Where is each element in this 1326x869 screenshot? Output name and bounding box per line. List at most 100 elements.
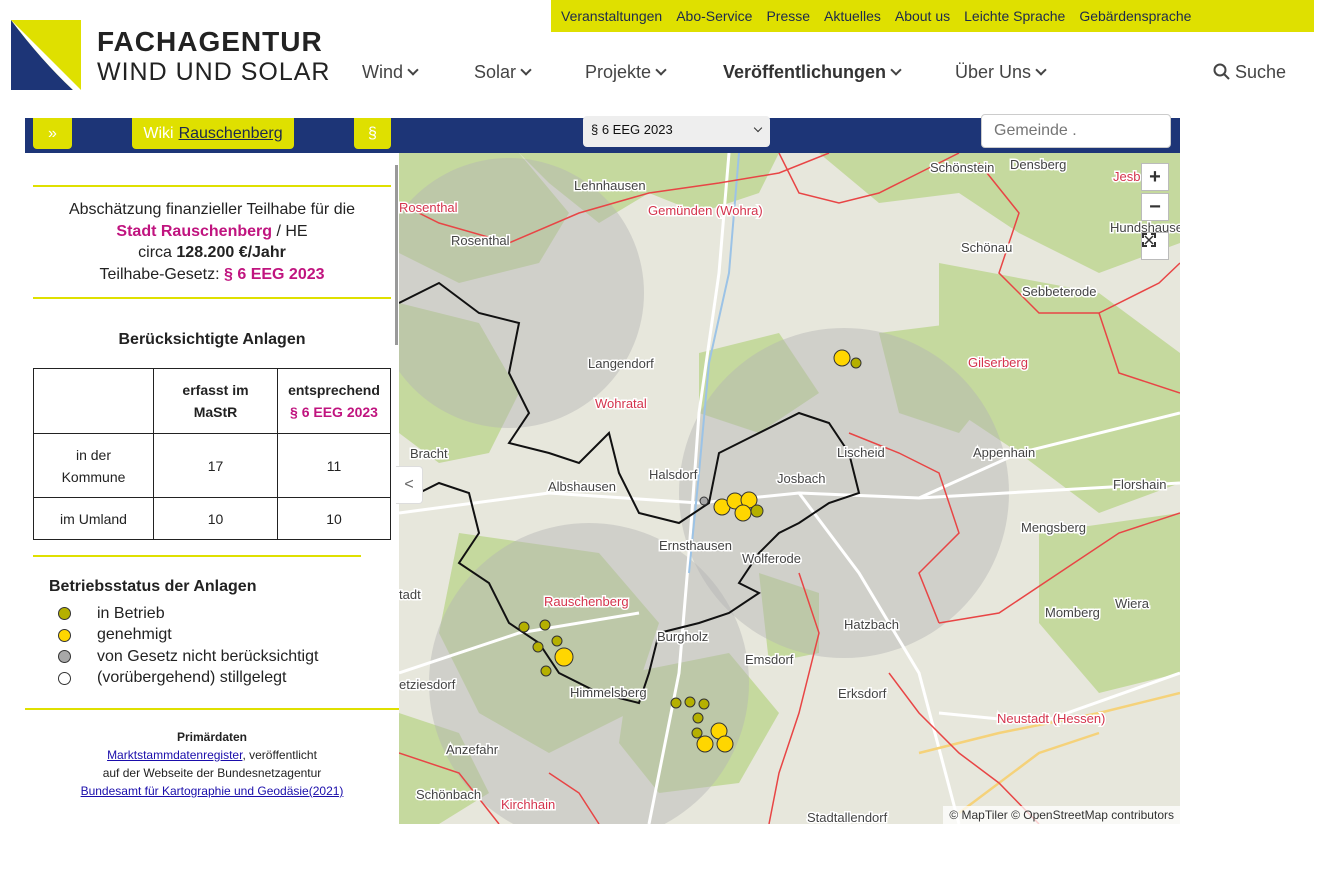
facility-marker[interactable] [691,727,703,739]
place-label: Albshausen [548,479,616,494]
facility-marker[interactable] [833,349,851,367]
place-label: Schönau [961,240,1012,255]
facility-marker[interactable] [698,698,710,710]
header-law: § 6 EEG 2023 [290,404,378,420]
bkg-link[interactable]: Bundesamt für Kartographie und Geodäsie(… [81,784,344,798]
table-header-mastr: erfasst im MaStR [153,368,278,434]
place-label: Rosenthal [399,200,458,215]
expand-panel-button[interactable]: » [33,118,72,149]
row-label: in der Kommune [33,433,154,498]
place-label: Burgholz [657,629,708,644]
place-label: etziesdorf [399,677,456,692]
facilities-table: erfasst im MaStR entsprechend § 6 EEG 202… [33,368,391,540]
search-button[interactable]: Suche [1213,62,1286,83]
legend-item: (vorübergehend) stillgelegt [58,668,318,690]
place-label: Mengsberg [1021,520,1086,535]
law-select-value: § 6 EEG 2023 [591,122,673,137]
facility-marker[interactable] [684,696,696,708]
nav-projekte[interactable]: Projekte [585,62,667,83]
law-select[interactable]: § 6 EEG 2023 [583,116,770,147]
nav-label: Projekte [585,62,652,82]
collapse-panel-button[interactable]: < [396,466,423,504]
facility-marker[interactable] [518,621,530,633]
zoom-out-button[interactable]: − [1141,193,1169,221]
top-nav-item[interactable]: Aktuelles [824,8,881,24]
place-label: Himmelsberg [570,685,647,700]
map-canvas[interactable]: LehnhausenGemünden (Wohra) Schönstein Dens… [399,153,1180,824]
facility-marker[interactable] [540,665,552,677]
place-label: Bracht [410,446,448,461]
municipality-name: Stadt Rauschenberg [116,222,273,240]
place-label: Lehnhausen [574,178,646,193]
top-nav-item[interactable]: Abo-Service [676,8,752,24]
facility-marker[interactable] [699,496,709,506]
law-button[interactable]: § [354,118,391,149]
place-label: Gilserberg [968,355,1028,370]
row-eeg: 10 [277,497,391,540]
place-label: Hatzbach [844,617,899,632]
status-dot-icon [58,607,71,621]
mastr-link[interactable]: Marktstammdatenregister [107,748,242,762]
top-nav-item[interactable]: Veranstaltungen [561,8,662,24]
divider [33,185,391,187]
site-logo[interactable]: FACHAGENTUR WIND UND SOLAR [11,20,329,90]
facility-marker[interactable] [670,697,682,709]
circa-label: circa [138,244,177,261]
logo-mark-icon [11,20,81,90]
top-nav-item[interactable]: Gebärdensprache [1079,8,1191,24]
facility-marker[interactable] [551,635,563,647]
legend-item: genehmigt [58,625,318,647]
nav-solar[interactable]: Solar [474,62,532,83]
place-label: Schönstein [930,160,994,175]
table-row: im Umland 10 10 [33,497,391,540]
legend-title: Betriebsstatus der Anlagen [49,578,257,595]
gemeinde-search-input[interactable] [981,114,1171,148]
row-mastr: 10 [153,497,278,540]
chevron-down-icon [655,64,667,76]
nav-label: Veröffentlichungen [723,62,887,82]
nav-label: Über Uns [955,62,1032,82]
top-nav-item[interactable]: About us [895,8,950,24]
place-label: Gemünden (Wohra) [648,203,763,218]
table-header-empty [33,368,154,434]
facilities-title: Berücksichtigte Anlagen [118,331,306,348]
facility-marker[interactable] [554,647,574,667]
table-header-eeg: entsprechend § 6 EEG 2023 [277,368,391,434]
top-nav-item[interactable]: Leichte Sprache [964,8,1065,24]
table-row: in der Kommune 17 11 [33,433,391,498]
facility-marker[interactable] [692,712,704,724]
facility-marker[interactable] [539,619,551,631]
facility-marker[interactable] [750,504,764,518]
place-label: Josbach [777,471,825,486]
place-label: Wolferode [742,551,801,566]
summary-box: Abschätzung finanzieller Teilhabe für di… [33,199,391,285]
facility-marker[interactable] [696,735,714,753]
facility-marker[interactable] [716,735,734,753]
fullscreen-button[interactable] [1141,232,1169,260]
nav-label: Solar [474,62,517,82]
map-attribution: © MapTiler © OpenStreetMap contributors [943,806,1180,824]
place-label: Florshain [1113,477,1166,492]
wiki-link[interactable]: Rauschenberg [179,125,283,143]
map-view[interactable]: Lehnhausen Gemünden (Wohra) Schönstein Dens… [399,153,1180,824]
nav-veroeffentlichungen[interactable]: Veröffentlichungen [723,62,902,83]
place-label: Jesb [1113,169,1140,184]
nav-ueber-uns[interactable]: Über Uns [955,62,1047,83]
divider [33,297,391,299]
facility-marker[interactable] [532,641,544,653]
chevron-down-icon [407,64,419,76]
header-line: entsprechend [288,382,380,398]
place-label: tadt [399,587,421,602]
wiki-button[interactable]: Wiki Rauschenberg [132,118,294,149]
summary-line1: Abschätzung finanzieller Teilhabe für di… [68,201,356,218]
place-label: Stadtallendorf [807,810,888,824]
top-nav-item[interactable]: Presse [766,8,810,24]
amount-value: 128.200 €/Jahr [176,244,286,261]
facility-marker[interactable] [734,504,752,522]
zoom-in-button[interactable]: + [1141,163,1169,191]
nav-wind[interactable]: Wind [362,62,419,83]
facility-marker[interactable] [850,357,862,369]
fullscreen-icon [1142,233,1156,247]
divider [25,708,399,710]
panel-scrollbar[interactable] [395,165,398,345]
